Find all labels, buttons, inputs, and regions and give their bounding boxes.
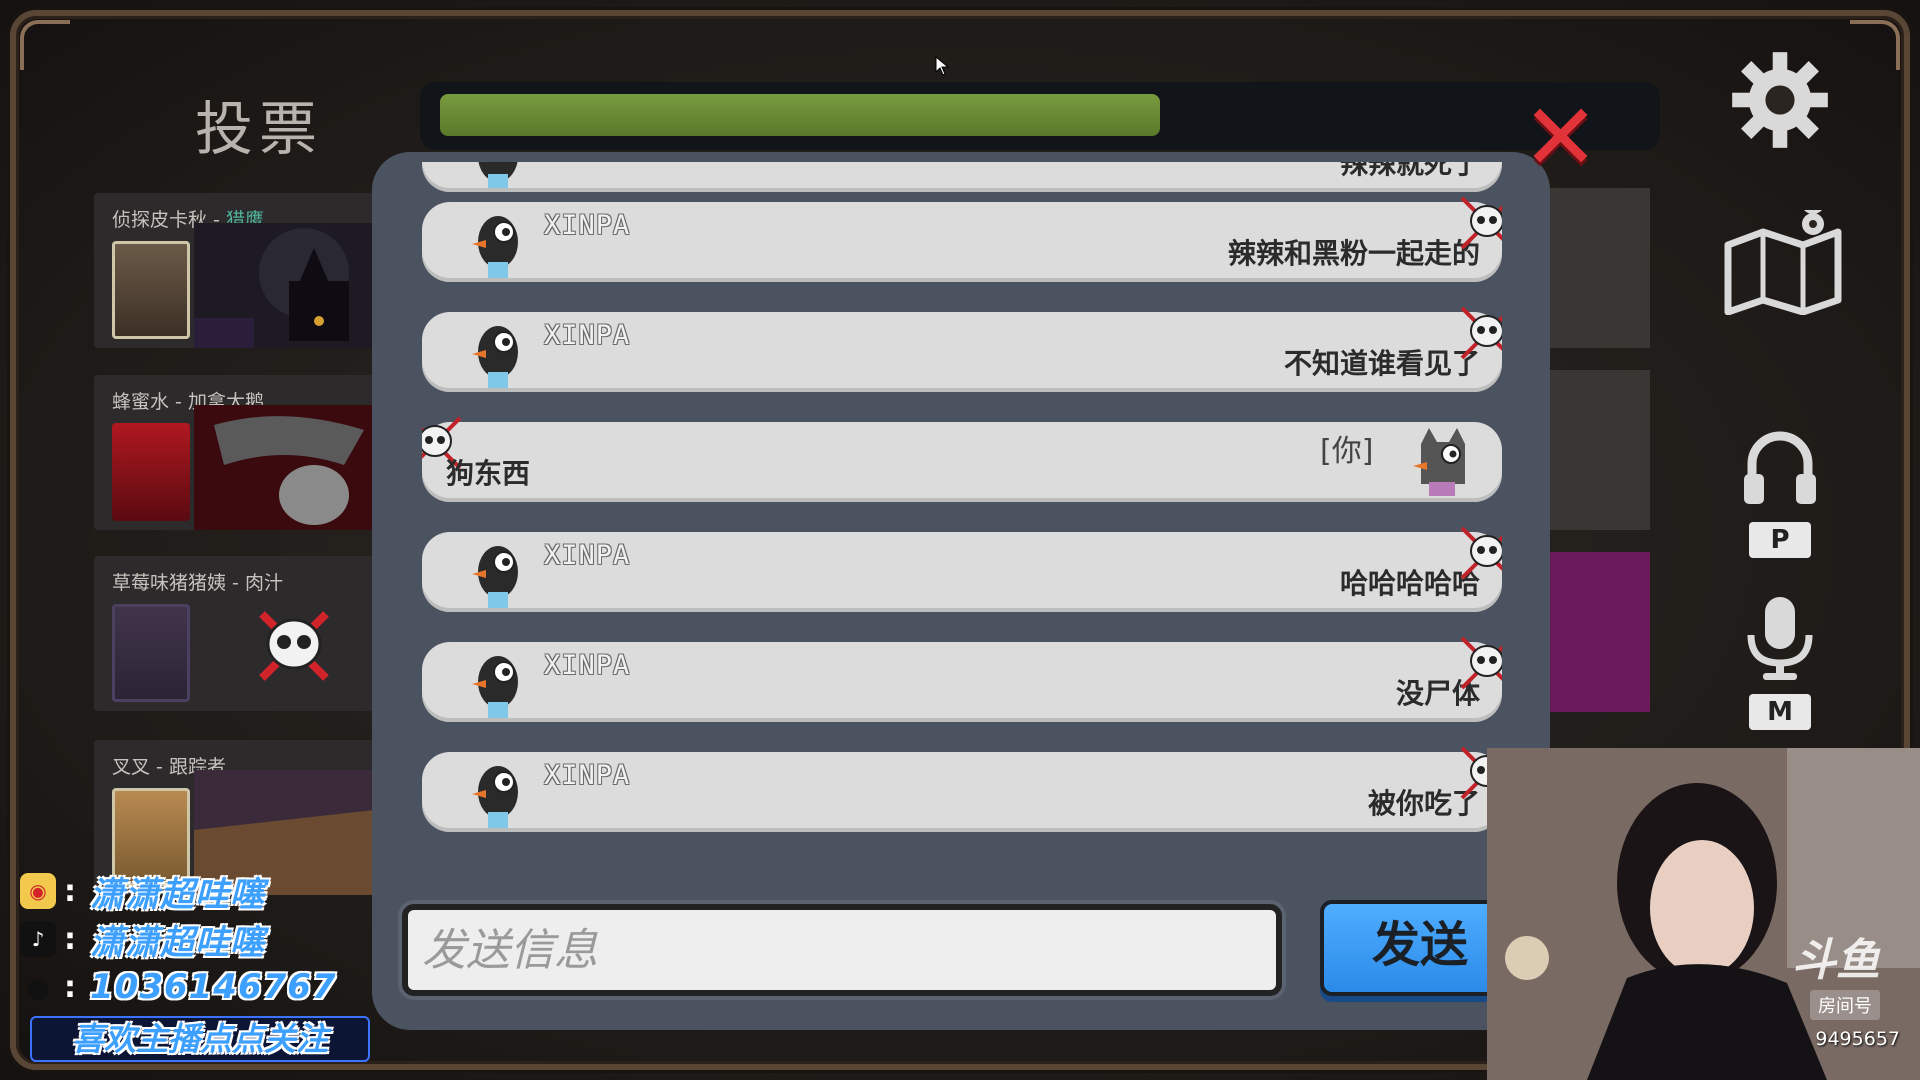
douyin-handle: 潇潇超哇噻 [90, 922, 265, 963]
mic-key[interactable]: M [1749, 694, 1811, 730]
weibo-handle: 潇潇超哇噻 [90, 874, 265, 915]
goose-avatar-icon [478, 162, 518, 188]
map-icon[interactable] [1718, 210, 1848, 315]
player-card[interactable]: 侦探皮卡秋 - 猎鹰 [94, 193, 374, 348]
chat-message: XINPA 被你吃了 [422, 746, 1502, 832]
chat-input[interactable] [402, 904, 1282, 996]
webcam-feed: 斗鱼 房间号 9495657 [1487, 748, 1920, 1080]
douyin-icon: ♪ [20, 921, 56, 957]
player-card-art [112, 604, 190, 702]
chat-sender-name: XINPA [544, 210, 631, 241]
mouse-cursor-icon [935, 56, 949, 76]
frame-corner [20, 20, 70, 70]
chat-sender-name: XINPA [544, 540, 631, 571]
player-card[interactable]: 蜂蜜水 - 加拿大鹅 [94, 375, 374, 530]
goose-avatar-icon [472, 216, 518, 278]
chat-sender-name: XINPA [544, 650, 631, 681]
chat-message-self: [你] 狗东西 [422, 416, 1502, 502]
dead-skull-icon [1460, 526, 1502, 580]
chat-message-text: 不知道谁看见了 [1283, 347, 1480, 380]
dead-skull-icon [1452, 162, 1502, 168]
gear-icon[interactable] [1728, 48, 1832, 152]
self-tag: [你] [1320, 434, 1374, 469]
goose-avatar-icon [472, 546, 518, 608]
push-to-talk-key[interactable]: P [1749, 522, 1811, 558]
frame-corner [1850, 20, 1900, 70]
separator-colon: : [64, 873, 76, 909]
dead-skull-icon [1460, 196, 1502, 250]
chat-message: XINPA 哈哈哈哈哈 [422, 526, 1502, 612]
goose-avatar-icon [472, 326, 518, 388]
player-card-art [112, 241, 190, 339]
chat-message: XINPA 不知道谁看见了 [422, 306, 1502, 392]
side-card [1545, 552, 1650, 712]
dead-skull-icon [1460, 636, 1502, 690]
qq-row: ● : 1036146767 [20, 966, 337, 1008]
side-card [1545, 188, 1650, 348]
chat-sender-name: XINPA [544, 320, 631, 351]
cat-goose-avatar-icon [1413, 428, 1465, 496]
player-card-art [112, 423, 190, 521]
chat-sender-name: XINPA [544, 760, 631, 791]
chat-message-text: 狗东西 [446, 457, 531, 490]
qq-number: 1036146767 [90, 967, 337, 1007]
vote-timer [420, 82, 1660, 150]
follow-banner: 喜欢主播点点关注 [30, 1016, 370, 1062]
dead-skull-icon [1460, 306, 1502, 360]
weibo-row: ◉ : 潇潇超哇噻 [20, 870, 265, 915]
dead-skull-icon [259, 611, 329, 681]
room-id: 9495657 [1815, 1028, 1900, 1050]
player-name: 叉叉 [112, 756, 151, 778]
separator-colon: : [64, 969, 76, 1005]
chat-message: XINPA 辣辣和黑粉一起走的 [422, 196, 1502, 282]
separator-colon: : [64, 921, 76, 957]
player-name: 草莓味猪猪姨 [112, 572, 227, 594]
close-icon[interactable]: ✕ [1522, 92, 1599, 184]
room-label: 房间号 [1810, 990, 1880, 1020]
chat-message-list[interactable]: 辣辣就死了 XINPA 辣辣和黑粉一起走的 XINPA 不知道谁看见了 [你] … [422, 162, 1502, 872]
player-role: 肉汁 [244, 572, 283, 594]
vote-title: 投票 [195, 95, 324, 163]
chat-message: XINPA 没尸体 [422, 636, 1502, 722]
microphone-icon[interactable] [1745, 595, 1815, 685]
vote-timer-fill [440, 94, 1160, 136]
chat-message-text: 辣辣和黑粉一起走的 [1227, 237, 1480, 270]
player-name: 蜂蜜水 [112, 391, 170, 413]
chat-panel: 辣辣就死了 XINPA 辣辣和黑粉一起走的 XINPA 不知道谁看见了 [你] … [372, 152, 1550, 1030]
chat-message: 辣辣就死了 [422, 162, 1502, 192]
douyin-row: ♪ : 潇潇超哇噻 [20, 918, 265, 963]
scene-background [194, 223, 374, 348]
goose-avatar-icon [472, 766, 518, 828]
player-name: 侦探皮卡秋 [112, 209, 208, 231]
weibo-icon: ◉ [20, 873, 56, 909]
player-card-dead[interactable]: 草莓味猪猪姨 - 肉汁 [94, 556, 374, 711]
qq-penguin-icon: ● [25, 970, 51, 1004]
side-card [1545, 370, 1650, 530]
goose-avatar-icon [472, 656, 518, 718]
scene-background [194, 405, 374, 530]
platform-logo: 斗鱼 [1792, 935, 1880, 986]
headphone-icon[interactable] [1740, 428, 1820, 508]
player-name-line: 草莓味猪猪姨 - 肉汁 [112, 572, 283, 594]
